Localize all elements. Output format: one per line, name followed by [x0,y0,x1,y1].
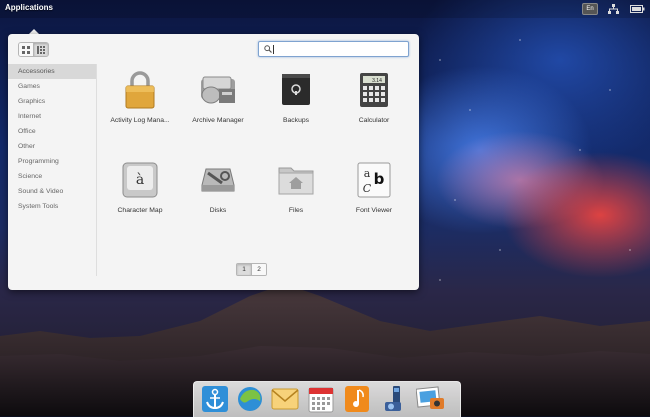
app-label: Character Map [117,207,163,214]
charmap-glyph: à [136,171,144,188]
search-field[interactable] [258,41,409,57]
app-label: Archive Manager [192,117,244,124]
key-a-icon: à [120,160,160,200]
font-viewer-icon: a b C [354,160,394,200]
category-accessories[interactable]: Accessories [8,64,96,79]
app-archive-manager[interactable]: Archive Manager [178,64,258,144]
category-other[interactable]: Other [8,139,96,154]
archive-icon [198,70,238,110]
category-system-tools[interactable]: System Tools [8,199,96,214]
category-programming[interactable]: Programming [8,154,96,169]
app-label: Calculator [358,117,390,124]
category-internet[interactable]: Internet [8,109,96,124]
font-glyph-a: a [364,167,371,180]
network-icon[interactable] [607,3,619,15]
category-science[interactable]: Science [8,169,96,184]
category-view-button[interactable] [33,43,48,56]
app-font-viewer[interactable]: a b C Font Viewer [334,154,414,234]
category-view-icon [37,43,45,56]
category-graphics[interactable]: Graphics [8,94,96,109]
calendar-icon[interactable] [306,384,336,414]
app-activity-log-manager[interactable]: Activity Log Mana... [100,64,180,144]
grid-view-icon [22,43,30,56]
keyboard-layout-icon[interactable]: En [582,3,598,15]
text-cursor [273,44,274,54]
page-switcher: 1 2 [236,263,267,276]
grid-view-button[interactable] [19,43,33,56]
music-icon[interactable] [342,384,372,414]
category-list: Accessories Games Graphics Internet Offi… [8,64,97,276]
mail-icon[interactable] [270,384,300,414]
top-panel: Applications En [0,0,650,18]
search-input[interactable] [277,43,402,55]
view-mode-switcher [18,42,49,57]
videos-icon[interactable] [380,384,410,414]
page-button-1[interactable]: 1 [237,264,251,275]
search-icon [264,45,272,53]
app-calculator[interactable]: 3.14 Calculator [334,64,414,144]
category-sound-video[interactable]: Sound & Video [8,184,96,199]
applications-menu-button[interactable]: Applications [5,3,53,12]
calculator-icon: 3.14 [354,70,394,110]
safe-icon [276,70,316,110]
font-glyph-b: b [374,170,385,188]
disk-utility-icon [198,160,238,200]
app-grid: Activity Log Mana... Archive Manager Bac… [96,64,419,249]
app-label: Disks [209,207,227,214]
calculator-display: 3.14 [372,78,382,84]
docky-anchor-icon[interactable] [200,384,230,414]
page-button-2[interactable]: 2 [251,264,266,275]
app-label: Backups [282,117,310,124]
app-character-map[interactable]: à Character Map [100,154,180,234]
padlock-icon [120,70,160,110]
dock [193,381,461,417]
app-label: Files [288,207,304,214]
app-label: Activity Log Mana... [110,117,170,124]
app-backups[interactable]: Backups [256,64,336,144]
midori-browser-icon[interactable] [235,384,265,414]
app-files[interactable]: Files [256,154,336,234]
font-glyph-c: C [363,182,372,195]
home-folder-icon [276,160,316,200]
category-office[interactable]: Office [8,124,96,139]
application-menu: Accessories Games Graphics Internet Offi… [8,34,419,290]
battery-icon[interactable] [629,3,645,15]
photos-icon[interactable] [416,384,446,414]
keyboard-layout-label: En [586,6,594,12]
category-games[interactable]: Games [8,79,96,94]
app-label: Font Viewer [355,207,393,214]
app-disks[interactable]: Disks [178,154,258,234]
